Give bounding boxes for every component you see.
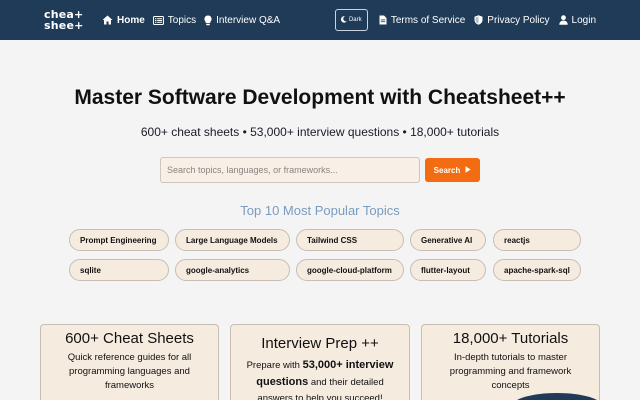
card-title: 600+ Cheat Sheets: [65, 330, 194, 347]
topic-pill-label: apache-spark-sql: [504, 265, 570, 275]
nav-left: Home Topics Interview Q&A: [102, 15, 288, 26]
nav-login-label: Login: [571, 14, 596, 26]
topic-pill-large-language-models[interactable]: Large Language Models: [175, 229, 290, 251]
topic-pill-apache-spark-sql[interactable]: apache-spark-sql: [493, 259, 581, 281]
topic-pill-google-cloud-platform[interactable]: google-cloud-platform: [296, 259, 404, 281]
document-icon: [379, 15, 387, 25]
topic-pill-google-analytics[interactable]: google-analytics: [175, 259, 290, 281]
card-title: Interview Prep ++: [261, 335, 379, 352]
nav-terms-label: Terms of Service: [390, 14, 466, 26]
hero-subtitle: 600+ cheat sheets • 53,000+ interview qu…: [140, 125, 500, 139]
nav-home-link[interactable]: Home: [102, 15, 145, 26]
feature-card-cheat-sheets[interactable]: 600+ Cheat Sheets Quick reference guides…: [40, 324, 219, 400]
topic-pill-sqlite[interactable]: sqlite: [69, 259, 169, 281]
nav-topics-label: Topics: [167, 14, 197, 26]
topic-pill-generative-ai[interactable]: Generative AI: [410, 229, 486, 251]
nav-home-label: Home: [117, 14, 145, 26]
nav-privacy-link[interactable]: Privacy Policy: [474, 14, 550, 26]
card-description: Prepare with 53,000+ interview questions…: [231, 357, 409, 400]
tutorial-illustration: [512, 393, 599, 400]
card-description: Quick reference guides for all programmi…: [67, 352, 192, 391]
search-button-label: Search: [433, 165, 461, 175]
topic-pill-label: Large Language Models: [186, 235, 278, 245]
feature-card-interview-prep[interactable]: Interview Prep ++ Prepare with 53,000+ i…: [230, 324, 410, 400]
nav-interview-label: Interview Q&A: [216, 14, 281, 26]
list-icon: [152, 15, 164, 25]
shield-icon: [474, 15, 483, 25]
search-button[interactable]: Search: [425, 158, 480, 182]
topic-pill-prompt-engineering[interactable]: Prompt Engineering: [69, 229, 169, 251]
topic-pill-flutter-layout[interactable]: flutter-layout: [410, 259, 486, 281]
page-title: Master Software Development with Cheatsh…: [74, 86, 566, 109]
nav-right: Dark Terms of Service Privacy Policy Log…: [334, 9, 596, 31]
nav-interview-link[interactable]: Interview Q&A: [204, 15, 280, 26]
dark-mode-label: Dark: [348, 17, 362, 23]
dark-mode-toggle[interactable]: Dark: [334, 9, 368, 31]
user-icon: [558, 15, 568, 25]
card-title: 18,000+ Tutorials: [452, 330, 569, 347]
navbar: chea+ shee+ Home Topics Interview Q&A Da…: [0, 0, 640, 40]
topic-pill-label: Prompt Engineering: [80, 235, 157, 245]
topic-pill-label: google-cloud-platform: [307, 265, 392, 275]
topic-pill-label: Generative AI: [421, 235, 473, 245]
moon-icon: [340, 15, 347, 25]
play-icon: [465, 165, 471, 175]
search-input[interactable]: [160, 157, 420, 183]
nav-login-link[interactable]: Login: [558, 14, 596, 26]
logo-line-2: shee+: [44, 19, 84, 32]
nav-privacy-label: Privacy Policy: [487, 14, 550, 26]
popular-topics-heading: Top 10 Most Popular Topics: [240, 203, 400, 218]
topic-pill-label: reactjs: [504, 235, 530, 245]
topic-pill-tailwind-css[interactable]: Tailwind CSS: [296, 229, 404, 251]
topic-pill-label: flutter-layout: [421, 265, 470, 275]
topic-pill-reactjs[interactable]: reactjs: [493, 229, 581, 251]
topic-pill-label: google-analytics: [186, 265, 250, 275]
lightbulb-icon: [204, 14, 212, 26]
nav-terms-link[interactable]: Terms of Service: [379, 15, 465, 26]
nav-topics-link[interactable]: Topics: [152, 14, 197, 26]
topic-pill-label: sqlite: [80, 265, 101, 275]
feature-card-tutorials[interactable]: 18,000+ Tutorials In-depth tutorials to …: [421, 324, 600, 400]
topic-pill-label: Tailwind CSS: [307, 235, 358, 245]
card-description-pre: Prepare with: [246, 360, 303, 371]
logo[interactable]: chea+ shee+: [44, 9, 92, 31]
home-icon: [102, 15, 113, 25]
card-description: In-depth tutorials to master programming…: [449, 352, 572, 391]
